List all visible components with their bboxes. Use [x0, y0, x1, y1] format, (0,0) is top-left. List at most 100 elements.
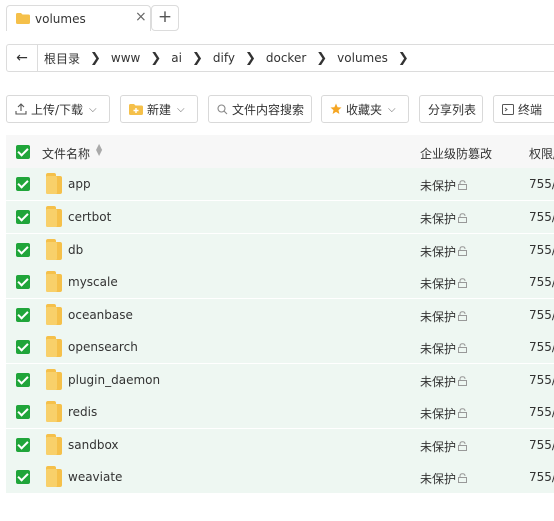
tab-volumes[interactable]: volumes ×: [6, 5, 151, 31]
address-bar[interactable]: ← 根目录 ❯ www ❯ ai ❯ dify ❯ docker ❯ volum…: [6, 44, 554, 72]
file-name[interactable]: app: [68, 177, 91, 191]
new-button[interactable]: 新建 ⌵: [120, 95, 198, 123]
sort-icon[interactable]: ▲ ▼: [96, 143, 102, 157]
folder-icon: [46, 336, 62, 360]
breadcrumb-dify[interactable]: dify: [213, 51, 235, 65]
content-search-button[interactable]: 文件内容搜索: [208, 95, 312, 123]
file-name[interactable]: sandbox: [68, 438, 119, 452]
file-name[interactable]: myscale: [68, 275, 118, 289]
share-list-label: 分享列表: [428, 102, 477, 117]
table-row[interactable]: sandbox 未保护 755/: [6, 429, 554, 462]
folder-icon: [46, 369, 62, 393]
row-checkbox[interactable]: [16, 340, 30, 354]
protection-status[interactable]: 未保护: [420, 177, 456, 194]
permission[interactable]: 755/: [529, 275, 554, 289]
favorites-button[interactable]: 收藏夹 ⌵: [321, 95, 409, 123]
table-row[interactable]: app 未保护 755/: [6, 168, 554, 201]
file-name[interactable]: weaviate: [68, 470, 122, 484]
folder-icon: [46, 304, 62, 328]
chevron-right-icon: ❯: [244, 50, 256, 66]
row-checkbox[interactable]: [16, 210, 30, 224]
file-name[interactable]: plugin_daemon: [68, 373, 160, 387]
star-icon: [330, 103, 342, 115]
row-checkbox[interactable]: [16, 177, 30, 191]
breadcrumb-ai[interactable]: ai: [171, 51, 182, 65]
chevron-right-icon: ❯: [397, 50, 409, 66]
upload-download-button[interactable]: 上传/下载 ⌵: [6, 95, 110, 123]
table-row[interactable]: plugin_daemon 未保护 755/: [6, 364, 554, 397]
tab-bar: volumes × +: [0, 0, 554, 36]
content-search-label: 文件内容搜索: [232, 102, 305, 117]
protection-status[interactable]: 未保护: [420, 438, 456, 455]
lock-icon: [458, 375, 467, 389]
protection-status[interactable]: 未保护: [420, 210, 456, 227]
row-checkbox[interactable]: [16, 438, 30, 452]
lock-icon: [458, 342, 467, 356]
permission[interactable]: 755/: [529, 308, 554, 322]
permission[interactable]: 755/: [529, 405, 554, 419]
lock-icon: [458, 179, 467, 193]
back-button[interactable]: ←: [7, 45, 38, 71]
table-row[interactable]: redis 未保护 755/: [6, 396, 554, 429]
protection-status[interactable]: 未保护: [420, 405, 456, 422]
breadcrumb: 根目录 ❯ www ❯ ai ❯ dify ❯ docker ❯ volumes…: [44, 45, 419, 71]
column-header-protection: 企业级防篡改: [420, 147, 493, 161]
chevron-right-icon: ❯: [316, 50, 328, 66]
row-checkbox[interactable]: [16, 405, 30, 419]
protection-status[interactable]: 未保护: [420, 470, 456, 487]
select-all-checkbox[interactable]: [16, 145, 30, 159]
permission[interactable]: 755/: [529, 177, 554, 191]
new-label: 新建: [147, 102, 172, 117]
row-checkbox[interactable]: [16, 275, 30, 289]
search-icon: [217, 103, 228, 115]
folder-icon: [46, 239, 62, 263]
tab-title: volumes: [35, 12, 86, 26]
file-name[interactable]: certbot: [68, 210, 111, 224]
protection-status[interactable]: 未保护: [420, 275, 456, 292]
table-row[interactable]: weaviate 未保护 755/: [6, 461, 554, 494]
breadcrumb-volumes[interactable]: volumes: [337, 51, 388, 65]
permission[interactable]: 755/: [529, 438, 554, 452]
lock-icon: [458, 277, 467, 291]
chevron-down-icon: ⌵: [177, 103, 185, 115]
breadcrumb-www[interactable]: www: [111, 51, 140, 65]
row-checkbox[interactable]: [16, 243, 30, 257]
permission[interactable]: 755/: [529, 243, 554, 257]
row-checkbox[interactable]: [16, 373, 30, 387]
permission[interactable]: 755/: [529, 470, 554, 484]
lock-icon: [458, 440, 467, 454]
breadcrumb-root[interactable]: 根目录: [44, 50, 80, 67]
protection-status[interactable]: 未保护: [420, 243, 456, 260]
protection-status[interactable]: 未保护: [420, 308, 456, 325]
file-name[interactable]: db: [68, 243, 83, 257]
column-header-name[interactable]: 文件名称: [42, 145, 90, 162]
row-checkbox[interactable]: [16, 308, 30, 322]
share-list-button[interactable]: 分享列表: [419, 95, 483, 123]
new-folder-icon: [129, 103, 143, 115]
table-row[interactable]: oceanbase 未保护 755/: [6, 299, 554, 332]
file-name[interactable]: opensearch: [68, 340, 138, 354]
permission[interactable]: 755/: [529, 373, 554, 387]
folder-icon: [46, 466, 62, 490]
folder-icon: [46, 434, 62, 458]
protection-status[interactable]: 未保护: [420, 340, 456, 357]
new-tab-button[interactable]: +: [151, 5, 179, 31]
lock-icon: [458, 310, 467, 324]
file-name[interactable]: oceanbase: [68, 308, 133, 322]
permission[interactable]: 755/: [529, 210, 554, 224]
table-row[interactable]: db 未保护 755/: [6, 234, 554, 267]
table-row[interactable]: myscale 未保护 755/: [6, 266, 554, 299]
protection-status[interactable]: 未保护: [420, 373, 456, 390]
folder-icon: [46, 271, 62, 295]
favorites-label: 收藏夹: [346, 102, 383, 117]
terminal-button[interactable]: 终端: [493, 95, 554, 123]
table-row[interactable]: opensearch 未保护 755/: [6, 331, 554, 364]
row-checkbox[interactable]: [16, 470, 30, 484]
file-name[interactable]: redis: [68, 405, 97, 419]
close-icon[interactable]: ×: [135, 9, 147, 25]
chevron-down-icon: ⌵: [89, 103, 97, 115]
permission[interactable]: 755/: [529, 340, 554, 354]
folder-icon: [16, 13, 30, 27]
table-row[interactable]: certbot 未保护 755/: [6, 201, 554, 234]
breadcrumb-docker[interactable]: docker: [266, 51, 306, 65]
